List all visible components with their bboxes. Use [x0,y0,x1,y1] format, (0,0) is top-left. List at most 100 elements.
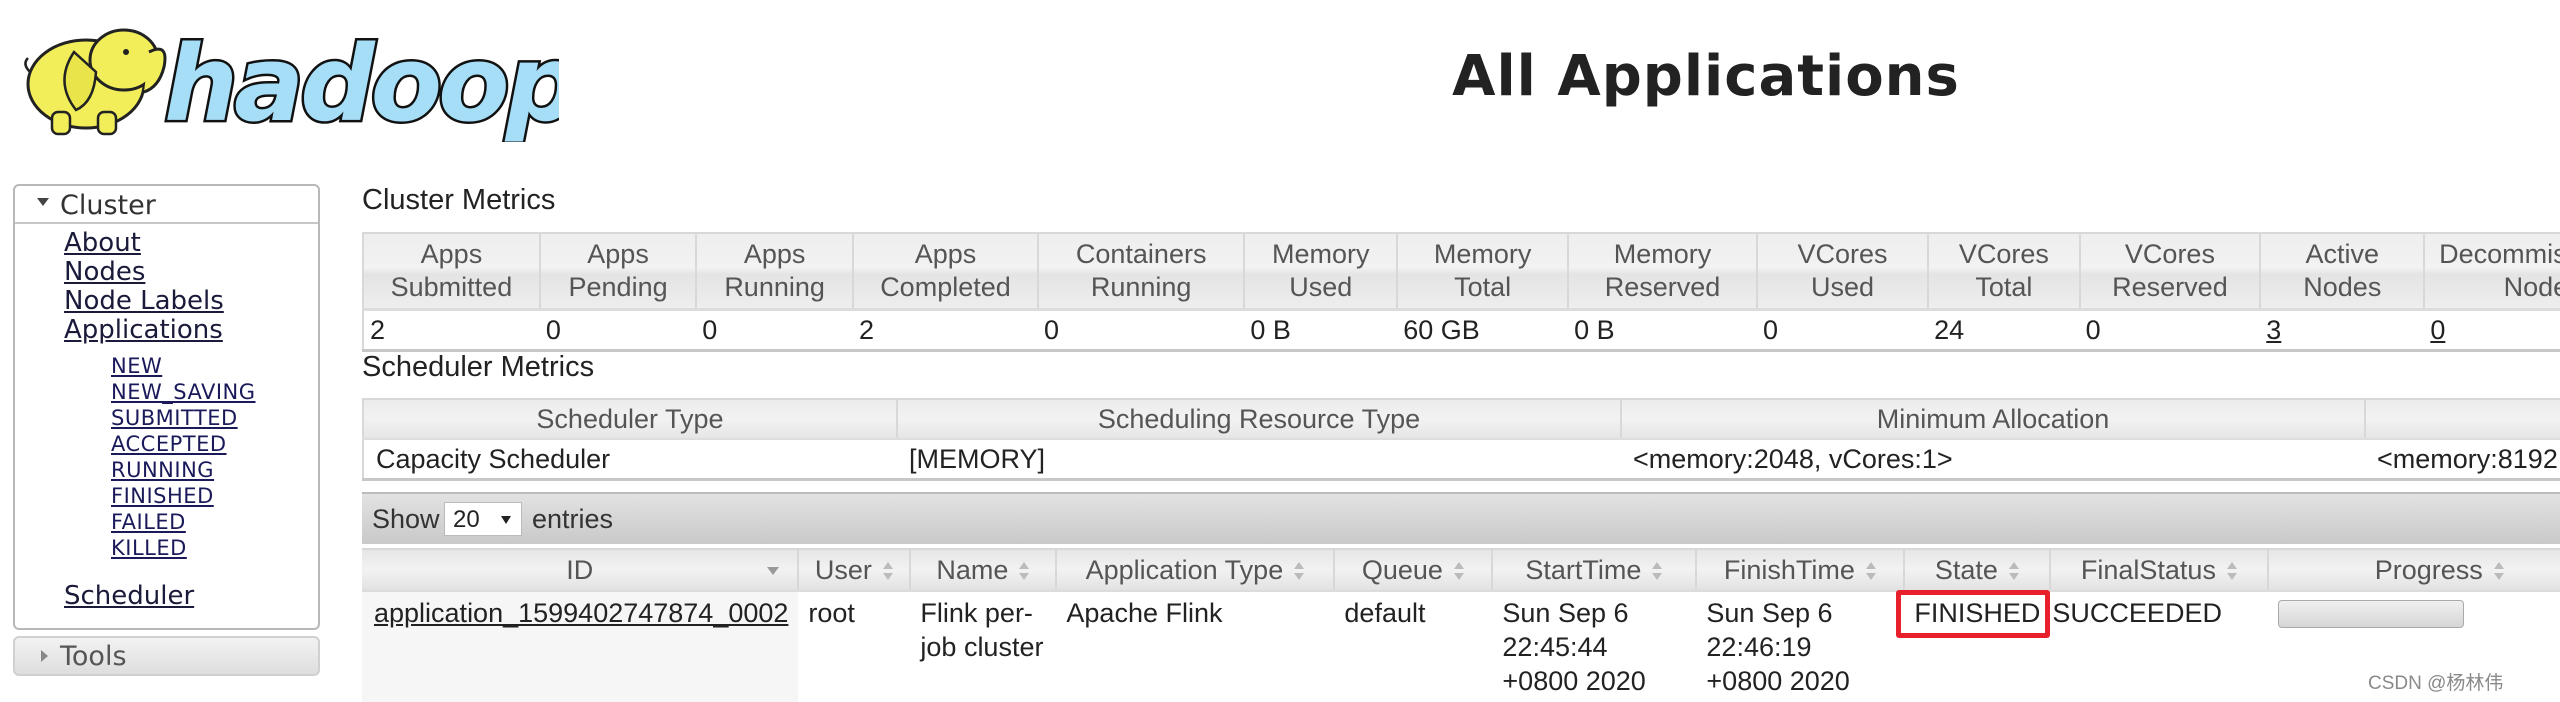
sidebar-cluster-panel: Cluster About Nodes Node Labels Applicat… [13,184,320,630]
app-state-submitted[interactable]: SUBMITTED [111,406,238,430]
cluster-metric-header-7: Memory Reserved [1568,232,1758,311]
scheduling-resource-type-value: [MEMORY] [897,439,1621,481]
sort-icon [2226,562,2238,581]
app-state-finished[interactable]: FINISHED [111,484,214,508]
highlight-box [1896,590,2051,638]
table-row: application_1599402747874_0002 root Flin… [362,590,2560,702]
page-title: All Applications [1452,44,1960,109]
header-scheduling-resource-type: Scheduling Resource Type [897,398,1622,440]
column-label-starttime: StartTime [1525,554,1642,585]
header-scheduler-type: Scheduler Type [362,398,898,440]
app-state-killed[interactable]: KILLED [111,536,187,560]
cluster-metric-header-4: Containers Running [1038,232,1246,311]
column-label-id: ID [566,554,594,585]
column-header-finishtime[interactable]: FinishTime [1696,548,1906,592]
header-line-1: VCores [1958,239,2049,269]
app-user: root [798,591,911,702]
hadoop-logo: hadoop [24,21,559,142]
header-line-1: Memory [1433,239,1532,269]
column-label-finalstatus: FinalStatus [2080,554,2216,585]
column-header-application-type[interactable]: Application Type [1056,548,1336,592]
app-state-new-saving[interactable]: NEW_SAVING [111,380,256,404]
app-state-running[interactable]: RUNNING [111,458,214,482]
column-header-state[interactable]: State [1904,548,2052,592]
header-line-1: Decommissioned [2439,239,2560,269]
elephant-icon [24,28,167,136]
column-label-name: Name [936,554,1009,585]
maximum-allocation-value: <memory:8192 [2365,439,2560,481]
header-line-1: VCores [1797,239,1888,269]
header-line-1: Apps [914,239,977,269]
column-label-user: User [814,554,872,585]
header-line-2: Used [1289,272,1353,302]
cluster-metric-value-8: 0 [1756,309,1929,352]
header-line-2: Running [1090,272,1192,302]
app-id-link[interactable]: application_1599402747874_0002 [374,598,788,628]
sort-desc-icon [767,567,780,575]
app-type: Apache Flink [1056,591,1335,702]
cluster-metric-value-3: 2 [852,309,1038,352]
cluster-metrics-value-row: 200200 B 60 GB 0 B 0 24 0 3 0 [362,309,2560,352]
page-length-value: 20 [453,506,480,533]
column-header-id[interactable]: ID [362,548,800,592]
column-header-name[interactable]: Name [910,548,1058,592]
scheduler-type-value: Capacity Scheduler [362,439,897,481]
column-header-progress[interactable]: Progress [2268,548,2560,592]
cluster-metric-header-0: Apps Submitted [362,232,541,311]
app-state-accepted[interactable]: ACCEPTED [111,432,227,456]
logo-text: hadoop [164,23,559,142]
sidebar-item-nodes[interactable]: Nodes [64,257,145,287]
header-line-1: VCores [2124,239,2215,269]
cluster-metric-value-11[interactable]: 3 [2260,309,2425,352]
scheduler-metrics-title: Scheduler Metrics [362,351,595,383]
sidebar-item-about[interactable]: About [64,228,141,258]
column-label-finishtime: FinishTime [1723,554,1855,585]
column-header-starttime[interactable]: StartTime [1492,548,1698,592]
sort-icon [1865,562,1877,581]
cluster-metric-value-12[interactable]: 0 [2424,309,2560,352]
column-label-application-type: Application Type [1085,554,1284,585]
scheduler-metrics-value-row: Capacity Scheduler [MEMORY] <memory:2048… [362,439,2560,481]
cluster-metric-value-1: 0 [539,309,697,352]
header-line-2: Completed [880,272,1011,302]
cluster-metric-value-2: 0 [696,309,853,352]
header-line-2: Total [1975,272,2033,302]
sort-icon [2493,562,2505,581]
cluster-metric-value-10: 0 [2079,309,2261,352]
header-line-1: Apps [587,239,649,269]
column-header-queue[interactable]: Queue [1334,548,1494,592]
app-state-failed[interactable]: FAILED [111,510,186,534]
cluster-metric-header-12: DecommissionedNodes [2424,232,2560,311]
header-line-1: Active [2305,239,2380,269]
cluster-metric-header-2: Apps Running [696,232,854,311]
cluster-metrics-table: Apps Submitted Apps Pending Apps Running Apps C… [362,232,2560,352]
cluster-section-header[interactable]: Cluster [15,186,318,224]
entries-label: entries [532,504,614,534]
caret-right-icon [41,650,48,662]
column-header-finalstatus[interactable]: FinalStatus [2050,548,2270,592]
caret-down-icon [37,198,49,206]
sidebar-tools-panel[interactable]: Tools [13,636,320,676]
sidebar-item-applications[interactable]: Applications [64,315,223,345]
header-maximum-allocation [2365,398,2560,440]
header-line-2: Nodes [2303,272,2382,302]
page-length-select[interactable]: 20 [444,502,522,536]
scheduler-metrics-table: Scheduler Type Scheduling Resource Type … [362,398,2560,481]
sort-icon [2008,562,2020,581]
sidebar-item-node-labels[interactable]: Node Labels [64,286,224,316]
app-state-cell: FINISHED [1896,590,2051,702]
cluster-metric-value-9: 24 [1928,309,2080,352]
sort-icon [1018,562,1030,581]
cluster-metric-header-1: Apps Pending [539,232,698,311]
header-line-2: Used [1811,272,1875,302]
sort-icon [1293,562,1305,581]
show-label: Show [372,504,440,534]
app-state-new[interactable]: NEW [111,354,162,378]
sidebar-item-scheduler[interactable]: Scheduler [64,581,194,611]
tools-section-label: Tools [60,641,127,672]
dropdown-arrow-icon [501,516,511,524]
header-line-1: Apps [420,239,483,269]
column-header-user[interactable]: User [798,548,912,592]
header-line-2: Pending [568,272,668,302]
cluster-metric-header-8: VCores Used [1756,232,1930,311]
